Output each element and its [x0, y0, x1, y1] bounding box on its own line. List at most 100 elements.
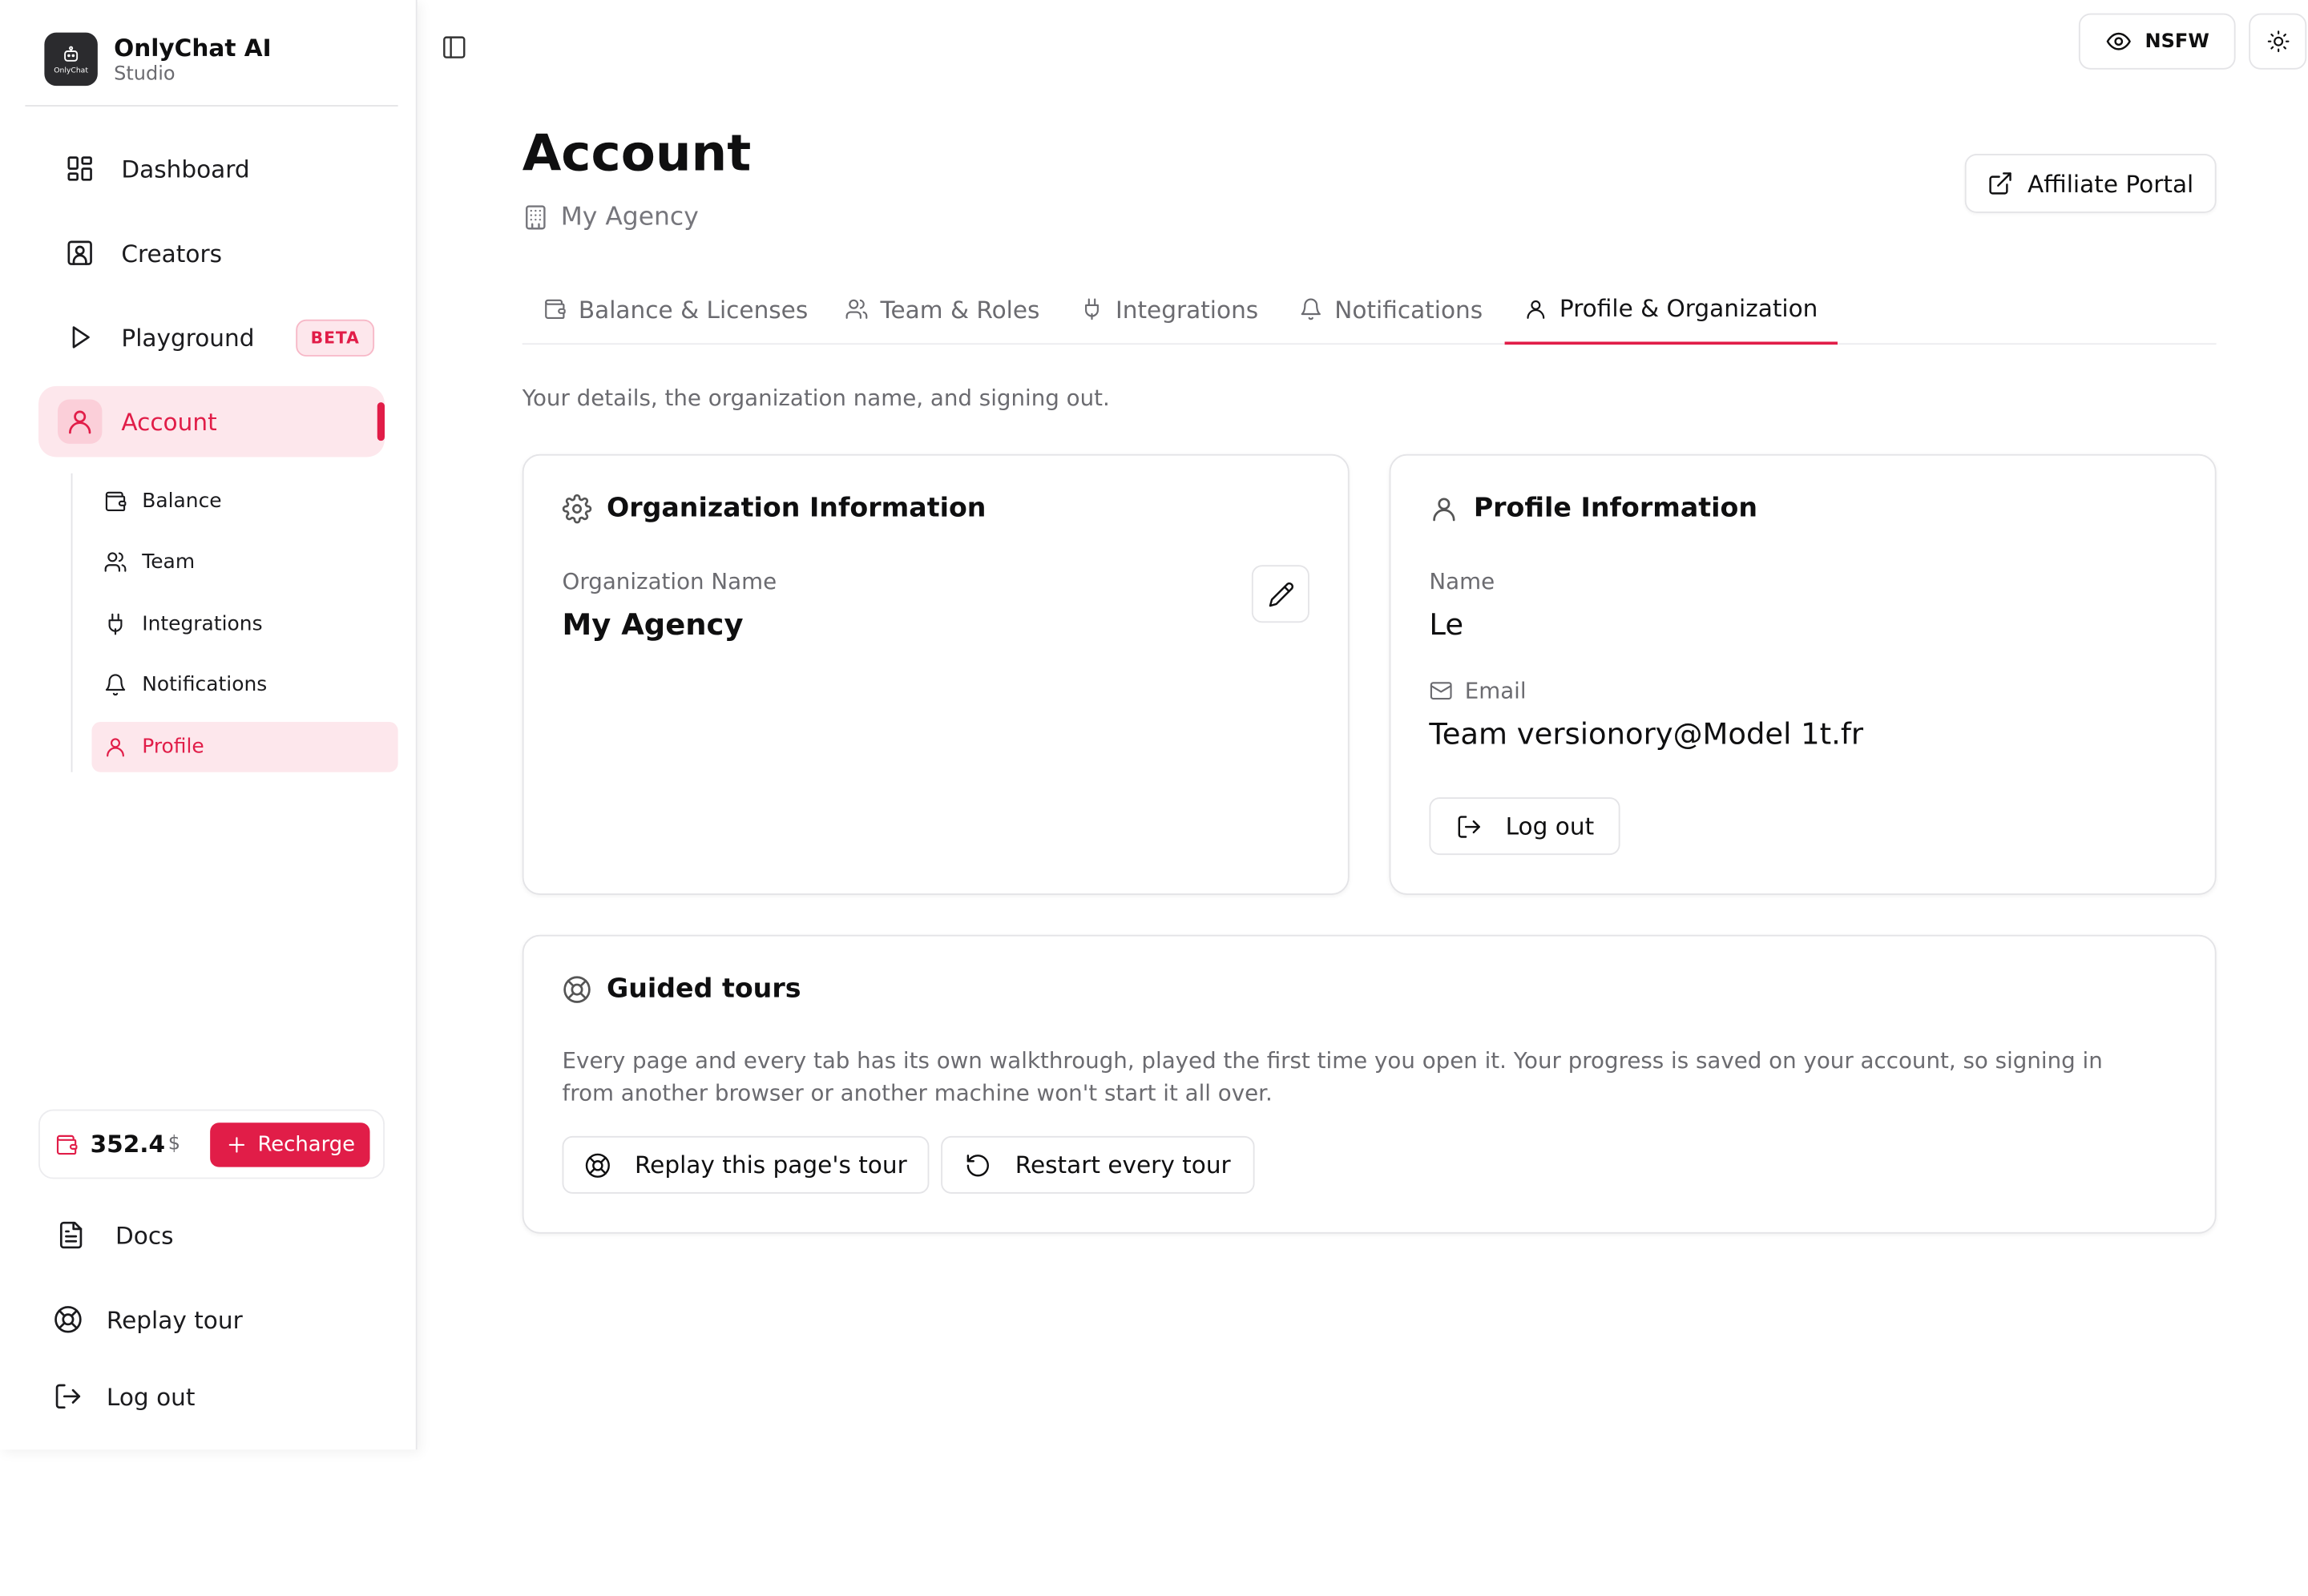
sidebar-item-account[interactable]: Account: [38, 385, 385, 457]
logout-button-label: Log out: [1505, 812, 1595, 840]
users-icon: [103, 550, 127, 574]
replay-tour-label: Replay this page's tour: [634, 1151, 907, 1179]
active-indicator: [377, 402, 385, 441]
sidebar-divider: [25, 105, 398, 107]
sidebar-item-label: Creators: [121, 239, 222, 268]
tab-balance-licenses[interactable]: Balance & Licenses: [543, 275, 808, 343]
guided-tours-title: Guided tours: [563, 973, 801, 1005]
log-out-icon: [53, 1381, 83, 1411]
theme-toggle-button[interactable]: [2249, 13, 2307, 70]
plug-icon: [1080, 297, 1104, 321]
log-out-icon: [1455, 812, 1482, 839]
tab-notifications[interactable]: Notifications: [1299, 275, 1483, 343]
sidebar-toggle-button[interactable]: [434, 25, 475, 69]
organization-card-title: Organization Information: [562, 492, 987, 524]
user-icon: [1524, 296, 1548, 320]
sidebar: OnlyChat OnlyChat AI Studio Dashboard Cr…: [0, 0, 418, 1450]
user-icon: [58, 399, 103, 444]
card-title-text: Organization Information: [606, 492, 987, 524]
tab-integrations[interactable]: Integrations: [1080, 275, 1258, 343]
email-value: Team versionory@Model 1t.fr: [1429, 715, 1864, 752]
tab-description: Your details, the organization name, and…: [522, 385, 1110, 412]
life-buoy-icon: [584, 1151, 611, 1178]
profile-card: Profile Information Name Le Email Team v…: [1389, 453, 2217, 895]
external-link-icon: [1987, 170, 2014, 196]
building-icon: [523, 204, 549, 231]
pencil-icon: [1267, 581, 1293, 607]
docs-label: Docs: [115, 1221, 174, 1250]
brand-logo-text: OnlyChat: [54, 66, 88, 75]
sidebar-replay-tour-link[interactable]: Replay tour: [53, 1304, 243, 1334]
wallet-icon: [543, 297, 567, 321]
affiliate-portal-button[interactable]: Affiliate Portal: [1964, 154, 2217, 213]
sidebar-docs-link[interactable]: Docs: [56, 1220, 173, 1250]
restart-all-tours-button[interactable]: Restart every tour: [941, 1135, 1255, 1194]
wallet-icon: [54, 1132, 79, 1156]
brand[interactable]: OnlyChat OnlyChat AI Studio: [44, 32, 272, 87]
plus-icon: [225, 1133, 249, 1157]
tab-team-roles[interactable]: Team & Roles: [845, 275, 1039, 343]
settings-icon: [562, 493, 592, 523]
sidebar-item-label: Account: [121, 407, 217, 436]
replay-page-tour-button[interactable]: Replay this page's tour: [562, 1135, 930, 1194]
page-title: Account: [522, 124, 752, 183]
user-square-icon: [58, 231, 102, 275]
org-name-label: Organization Name: [562, 567, 777, 595]
tab-label: Notifications: [1334, 295, 1483, 324]
brand-subtitle: Studio: [114, 62, 176, 86]
tab-label: Team & Roles: [880, 295, 1040, 324]
subnav-item-notifications[interactable]: Notifications: [91, 659, 397, 710]
subnav-label: Integrations: [142, 612, 263, 636]
guided-tours-card: Guided tours Every page and every tab ha…: [522, 934, 2217, 1234]
play-icon: [58, 315, 102, 359]
card-title-text: Profile Information: [1473, 492, 1758, 524]
nsfw-label: NSFW: [2145, 30, 2209, 53]
subnav-label: Profile: [142, 735, 204, 760]
plug-icon: [103, 612, 127, 636]
name-label: Name: [1429, 567, 1495, 595]
org-name-value: My Agency: [562, 606, 744, 643]
mail-icon: [1429, 679, 1453, 703]
life-buoy-icon: [53, 1304, 83, 1334]
logout-button[interactable]: Log out: [1429, 797, 1620, 856]
account-tabs: Balance & Licenses Team & Roles Integrat…: [522, 275, 2217, 345]
card-title-text: Guided tours: [606, 973, 801, 1005]
affiliate-label: Affiliate Portal: [2027, 169, 2194, 198]
bell-icon: [103, 673, 127, 697]
user-icon: [103, 736, 127, 760]
tab-profile-organization[interactable]: Profile & Organization: [1504, 275, 1838, 345]
page-subtitle: My Agency: [523, 203, 699, 232]
eye-icon: [2105, 28, 2132, 54]
email-label: Email: [1464, 677, 1527, 704]
sidebar-item-label: Playground: [121, 323, 255, 352]
sun-icon: [2266, 30, 2290, 54]
recharge-button[interactable]: Recharge: [210, 1122, 370, 1167]
restart-tour-label: Restart every tour: [1015, 1151, 1231, 1179]
nsfw-toggle-button[interactable]: NSFW: [2078, 13, 2236, 70]
org-name-subtitle: My Agency: [560, 202, 699, 232]
brand-name: OnlyChat AI: [114, 33, 272, 62]
sidebar-item-dashboard[interactable]: Dashboard: [38, 133, 385, 204]
user-icon: [1429, 494, 1459, 523]
recharge-label: Recharge: [257, 1133, 356, 1157]
users-icon: [845, 297, 869, 321]
panel-left-icon: [441, 34, 467, 60]
subnav-line: [71, 473, 73, 772]
email-label-row: Email: [1429, 677, 1527, 704]
subnav-item-profile[interactable]: Profile: [91, 721, 398, 772]
subnav-item-balance[interactable]: Balance: [91, 476, 397, 526]
sidebar-logout-link[interactable]: Log out: [53, 1381, 195, 1411]
guided-tours-description: Every page and every tab has its own wal…: [562, 1047, 2103, 1106]
sidebar-item-playground[interactable]: Playground BETA: [38, 302, 385, 373]
replay-tour-label: Replay tour: [106, 1305, 243, 1334]
brand-logo: OnlyChat: [44, 32, 98, 87]
sidebar-item-creators[interactable]: Creators: [38, 217, 385, 288]
balance-widget: 352.4 $ Recharge: [38, 1109, 385, 1179]
subnav-item-integrations[interactable]: Integrations: [91, 599, 397, 650]
organization-card: Organization Information Organization Na…: [522, 453, 1350, 895]
sidebar-item-label: Dashboard: [121, 154, 250, 183]
subnav-label: Balance: [142, 490, 222, 514]
balance-unit: $: [167, 1133, 181, 1155]
subnav-item-team[interactable]: Team: [91, 537, 397, 587]
edit-org-name-button[interactable]: [1251, 565, 1309, 623]
